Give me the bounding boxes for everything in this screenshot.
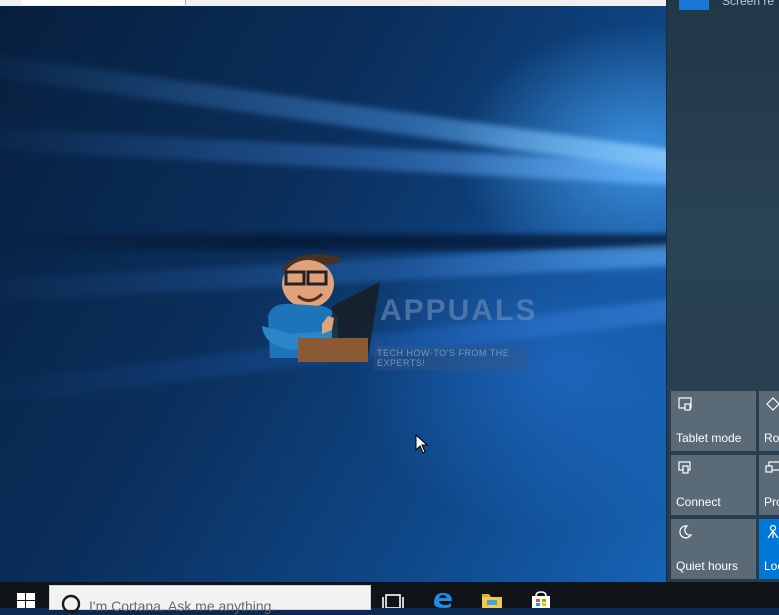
store-icon[interactable] <box>529 591 553 608</box>
action-center-panel: Screen re Tablet mode Rot Connect Pro <box>666 0 779 582</box>
watermark-tagline: TECH HOW-TO'S FROM THE EXPERTS! <box>374 346 527 370</box>
quick-action-connect[interactable]: Connect <box>671 455 756 515</box>
appuals-watermark: APPUALS TECH HOW-TO'S FROM THE EXPERTS! <box>252 246 535 376</box>
search-placeholder: I'm Cortana. Ask me anything. <box>89 598 276 614</box>
connect-icon <box>678 461 691 474</box>
quick-action-label: Rot <box>764 431 779 445</box>
mascot-icon <box>262 254 380 362</box>
quick-action-label: Tablet mode <box>676 431 742 445</box>
quick-action-rotation-lock[interactable]: Rot <box>759 391 779 451</box>
notification-text: Screen re <box>722 0 775 8</box>
edge-browser-icon[interactable] <box>431 591 455 608</box>
moon-icon <box>679 525 693 539</box>
quick-action-label: Pro <box>764 495 779 509</box>
quick-action-tablet-mode[interactable]: Tablet mode <box>671 391 756 451</box>
quick-action-quiet-hours[interactable]: Quiet hours <box>671 519 756 579</box>
quick-action-location[interactable]: Loc <box>759 519 779 579</box>
cortana-search-box[interactable]: I'm Cortana. Ask me anything. <box>49 585 371 614</box>
project-icon <box>765 461 779 473</box>
location-icon <box>767 524 779 539</box>
watermark-logo-text: APPUALS <box>380 294 538 327</box>
rotation-lock-icon <box>766 397 779 411</box>
quick-action-label: Connect <box>676 495 721 509</box>
cortana-search-icon <box>61 594 81 614</box>
mouse-cursor-icon <box>415 434 429 454</box>
task-view-icon[interactable] <box>381 591 405 608</box>
window-tab[interactable] <box>22 0 186 5</box>
taskbar: I'm Cortana. Ask me anything. <box>0 582 779 614</box>
quick-action-label: Loc <box>764 559 779 573</box>
desktop-wallpaper[interactable]: APPUALS TECH HOW-TO'S FROM THE EXPERTS! <box>0 6 667 582</box>
quick-action-label: Quiet hours <box>676 559 739 573</box>
notification-item[interactable]: Screen re <box>667 0 779 18</box>
notification-app-icon <box>679 0 709 10</box>
tablet-mode-icon <box>678 397 692 411</box>
file-explorer-icon[interactable] <box>480 591 504 608</box>
windows-start-icon[interactable] <box>16 592 36 608</box>
quick-action-project[interactable]: Pro <box>759 455 779 515</box>
